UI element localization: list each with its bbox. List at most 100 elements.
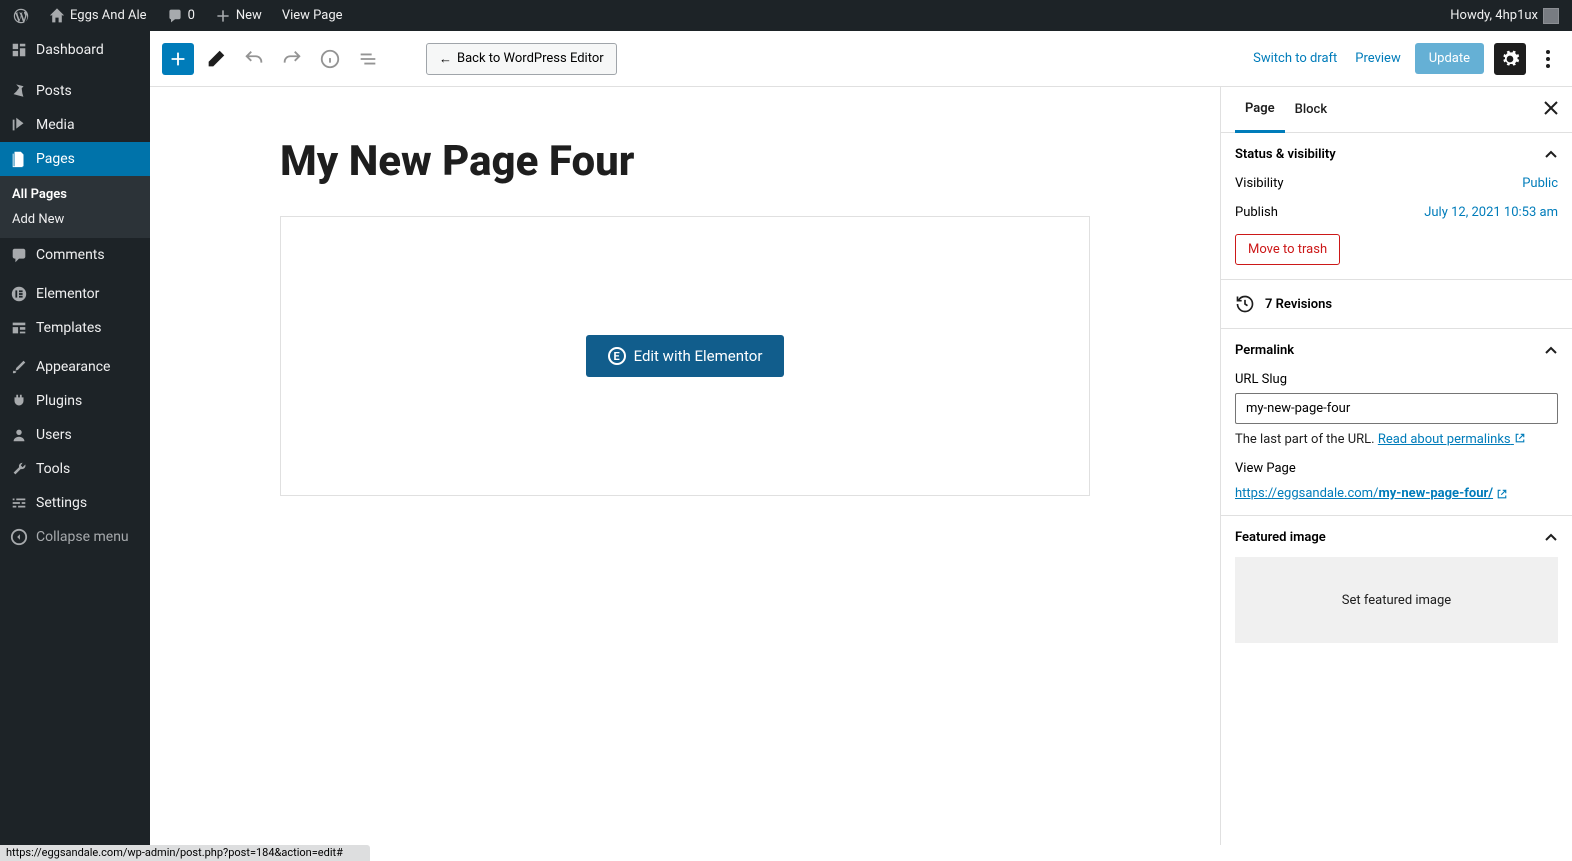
outline-button[interactable] bbox=[352, 43, 384, 75]
visibility-value[interactable]: Public bbox=[1522, 176, 1558, 191]
update-button[interactable]: Update bbox=[1415, 43, 1484, 74]
sidebar-item-media[interactable]: Media bbox=[0, 108, 150, 142]
info-button[interactable] bbox=[314, 43, 346, 75]
panel-permalink-heading[interactable]: Permalink bbox=[1235, 343, 1558, 358]
panel-permalink-section: Permalink URL Slug The last part of the … bbox=[1221, 329, 1572, 516]
sidebar-item-posts[interactable]: Posts bbox=[0, 74, 150, 108]
brush-icon bbox=[10, 358, 28, 376]
chevron-up-icon bbox=[1544, 344, 1558, 358]
sidebar-sub-add-new[interactable]: Add New bbox=[0, 207, 150, 232]
gear-icon bbox=[1500, 49, 1520, 69]
redo-icon bbox=[281, 48, 303, 70]
admin-sidebar: Dashboard Posts Media Pages All Pages Ad… bbox=[0, 31, 150, 845]
site-name-link[interactable]: Eggs And Ale bbox=[46, 8, 150, 24]
elementor-icon bbox=[10, 285, 28, 303]
collapse-icon bbox=[10, 528, 28, 546]
comment-icon bbox=[10, 246, 28, 264]
site-name: Eggs And Ale bbox=[70, 8, 147, 23]
preview-button[interactable]: Preview bbox=[1351, 45, 1404, 72]
close-panel-button[interactable] bbox=[1544, 99, 1558, 120]
home-icon bbox=[49, 8, 65, 24]
slug-help-text: The last part of the URL. Read about per… bbox=[1235, 432, 1558, 447]
new-label: New bbox=[236, 8, 262, 23]
page-title[interactable]: My New Page Four bbox=[280, 137, 1090, 186]
sidebar-item-users[interactable]: Users bbox=[0, 418, 150, 452]
view-page-link[interactable]: View Page bbox=[279, 8, 346, 23]
new-link[interactable]: New bbox=[212, 8, 265, 24]
external-icon bbox=[1514, 432, 1526, 444]
edit-with-elementor-button[interactable]: E Edit with Elementor bbox=[586, 335, 785, 377]
list-icon bbox=[357, 48, 379, 70]
plus-icon bbox=[167, 48, 189, 70]
wp-logo-link[interactable] bbox=[10, 8, 32, 24]
url-slug-input[interactable] bbox=[1235, 393, 1558, 424]
sliders-icon bbox=[10, 494, 28, 512]
howdy-text: Howdy, 4hp1ux bbox=[1450, 8, 1538, 23]
redo-button[interactable] bbox=[276, 43, 308, 75]
admin-bar: Eggs And Ale 0 New View Page Howdy, 4hp1… bbox=[0, 0, 1572, 31]
user-icon bbox=[10, 426, 28, 444]
back-to-wp-editor-button[interactable]: ← Back to WordPress Editor bbox=[426, 43, 617, 75]
panel-status-heading[interactable]: Status & visibility bbox=[1235, 147, 1558, 162]
view-page-label: View Page bbox=[1235, 461, 1558, 476]
panel-revisions-section[interactable]: 7 Revisions bbox=[1221, 280, 1572, 329]
editor-main: ← Back to WordPress Editor Switch to dra… bbox=[150, 31, 1572, 845]
settings-panel: Page Block Status & visibility Visibilit… bbox=[1220, 87, 1572, 845]
panel-featured-heading[interactable]: Featured image bbox=[1235, 530, 1558, 545]
url-slug-label: URL Slug bbox=[1235, 372, 1558, 387]
templates-icon bbox=[10, 319, 28, 337]
permalink-url[interactable]: https://eggsandale.com/my-new-page-four/ bbox=[1235, 486, 1508, 501]
pages-icon bbox=[10, 150, 28, 168]
switch-to-draft-button[interactable]: Switch to draft bbox=[1249, 45, 1341, 72]
visibility-label: Visibility bbox=[1235, 176, 1284, 191]
comments-link[interactable]: 0 bbox=[164, 8, 198, 24]
comment-icon bbox=[167, 8, 183, 24]
history-icon bbox=[1235, 294, 1255, 314]
panel-featured-section: Featured image Set featured image bbox=[1221, 516, 1572, 657]
info-icon bbox=[319, 48, 341, 70]
wrench-icon bbox=[10, 460, 28, 478]
edit-mode-button[interactable] bbox=[200, 43, 232, 75]
sidebar-item-appearance[interactable]: Appearance bbox=[0, 350, 150, 384]
undo-button[interactable] bbox=[238, 43, 270, 75]
comment-count: 0 bbox=[188, 8, 195, 23]
sidebar-item-dashboard[interactable]: Dashboard bbox=[0, 31, 150, 69]
move-to-trash-button[interactable]: Move to trash bbox=[1235, 234, 1340, 265]
plus-icon bbox=[215, 8, 231, 24]
revisions-text: 7 Revisions bbox=[1265, 297, 1332, 312]
permalink-help-link[interactable]: Read about permalinks bbox=[1378, 432, 1526, 447]
elementor-placeholder: E Edit with Elementor bbox=[280, 216, 1090, 496]
panel-status-section: Status & visibility Visibility Public Pu… bbox=[1221, 133, 1572, 280]
dashboard-icon bbox=[10, 41, 28, 59]
publish-value[interactable]: July 12, 2021 10:53 am bbox=[1424, 205, 1558, 220]
sidebar-sub-all-pages[interactable]: All Pages bbox=[0, 182, 150, 207]
kebab-icon bbox=[1546, 50, 1550, 68]
sidebar-item-collapse[interactable]: Collapse menu bbox=[0, 520, 150, 554]
editor-toolbar: ← Back to WordPress Editor Switch to dra… bbox=[150, 31, 1572, 87]
add-block-button[interactable] bbox=[162, 43, 194, 75]
media-icon bbox=[10, 116, 28, 134]
sidebar-item-pages[interactable]: Pages bbox=[0, 142, 150, 176]
settings-toggle-button[interactable] bbox=[1494, 43, 1526, 75]
chevron-up-icon bbox=[1544, 531, 1558, 545]
sidebar-item-templates[interactable]: Templates bbox=[0, 311, 150, 345]
more-options-button[interactable] bbox=[1536, 43, 1560, 75]
editor-canvas[interactable]: My New Page Four E Edit with Elementor bbox=[150, 87, 1220, 845]
panel-tabs: Page Block bbox=[1221, 87, 1572, 133]
sidebar-item-elementor[interactable]: Elementor bbox=[0, 277, 150, 311]
sidebar-item-tools[interactable]: Tools bbox=[0, 452, 150, 486]
close-icon bbox=[1544, 101, 1558, 115]
sidebar-item-plugins[interactable]: Plugins bbox=[0, 384, 150, 418]
arrow-left-icon: ← bbox=[439, 51, 452, 67]
pin-icon bbox=[10, 82, 28, 100]
publish-label: Publish bbox=[1235, 205, 1278, 220]
sidebar-item-comments[interactable]: Comments bbox=[0, 238, 150, 272]
browser-status-bar: https://eggsandale.com/wp-admin/post.php… bbox=[0, 845, 370, 861]
sidebar-item-settings[interactable]: Settings bbox=[0, 486, 150, 520]
howdy-link[interactable]: Howdy, 4hp1ux bbox=[1447, 8, 1562, 24]
undo-icon bbox=[243, 48, 265, 70]
tab-block[interactable]: Block bbox=[1285, 88, 1337, 131]
set-featured-image-button[interactable]: Set featured image bbox=[1235, 557, 1558, 643]
tab-page[interactable]: Page bbox=[1235, 87, 1285, 133]
elementor-icon: E bbox=[608, 347, 626, 365]
